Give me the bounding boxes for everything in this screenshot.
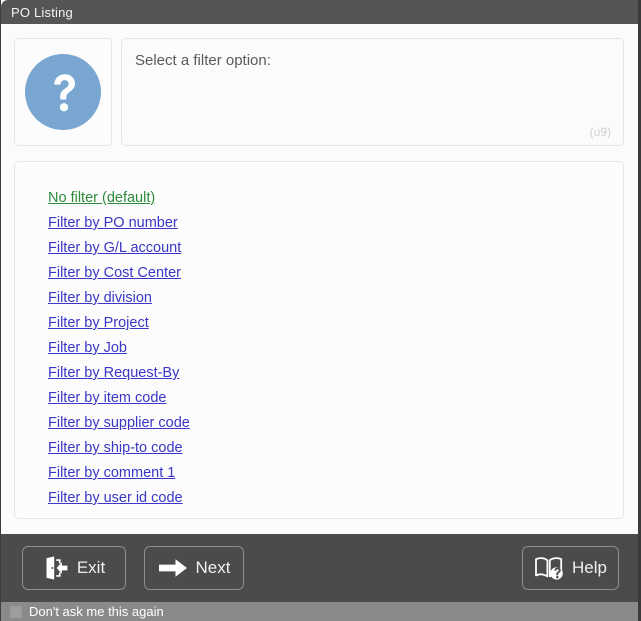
book-question-icon [534, 555, 564, 581]
arrow-right-icon [158, 557, 188, 579]
screen-code-tag: (u9) [589, 125, 611, 139]
help-icon-panel [14, 38, 112, 146]
prompt-text: Select a filter option: [135, 52, 271, 69]
filter-option-user-id-code[interactable]: Filter by user id code [48, 486, 183, 511]
window-titlebar: PO Listing [1, 0, 638, 24]
exit-door-icon [43, 555, 69, 581]
filter-option-po-number[interactable]: Filter by PO number [48, 211, 178, 236]
filter-options-list: No filter (default) Filter by PO number … [14, 161, 624, 519]
prompt-panel: Select a filter option: (u9) [121, 38, 624, 146]
dialog-button-bar: Exit Next Help [1, 534, 638, 602]
next-button-label: Next [195, 558, 231, 577]
filter-option-job[interactable]: Filter by Job [48, 336, 127, 361]
po-listing-window: PO Listing Select a filter option: (u9) … [0, 0, 641, 621]
filter-option-comment-1[interactable]: Filter by comment 1 [48, 461, 175, 486]
dialog-footer: Don't ask me this again [1, 602, 638, 621]
help-button-label: Help [572, 558, 607, 577]
dont-ask-again-checkbox[interactable] [10, 605, 22, 618]
next-button[interactable]: Next [144, 546, 244, 590]
filter-option-cost-center[interactable]: Filter by Cost Center [48, 261, 181, 286]
filter-option-no-filter[interactable]: No filter (default) [48, 186, 155, 211]
help-button[interactable]: Help [522, 546, 619, 590]
exit-button[interactable]: Exit [22, 546, 126, 590]
filter-option-gl-account[interactable]: Filter by G/L account [48, 236, 181, 261]
dialog-header: Select a filter option: (u9) [14, 38, 624, 146]
filter-option-request-by[interactable]: Filter by Request-By [48, 361, 179, 386]
filter-option-project[interactable]: Filter by Project [48, 311, 149, 336]
filter-option-ship-to-code[interactable]: Filter by ship-to code [48, 436, 183, 461]
dont-ask-again-label: Don't ask me this again [29, 604, 164, 619]
filter-option-supplier-code[interactable]: Filter by supplier code [48, 411, 190, 436]
window-title: PO Listing [11, 4, 73, 20]
filter-option-division[interactable]: Filter by division [48, 286, 152, 311]
filter-option-item-code[interactable]: Filter by item code [48, 386, 166, 411]
dialog-content: Select a filter option: (u9) No filter (… [1, 24, 638, 534]
question-mark-circle-icon [25, 54, 101, 130]
exit-button-label: Exit [76, 558, 106, 577]
